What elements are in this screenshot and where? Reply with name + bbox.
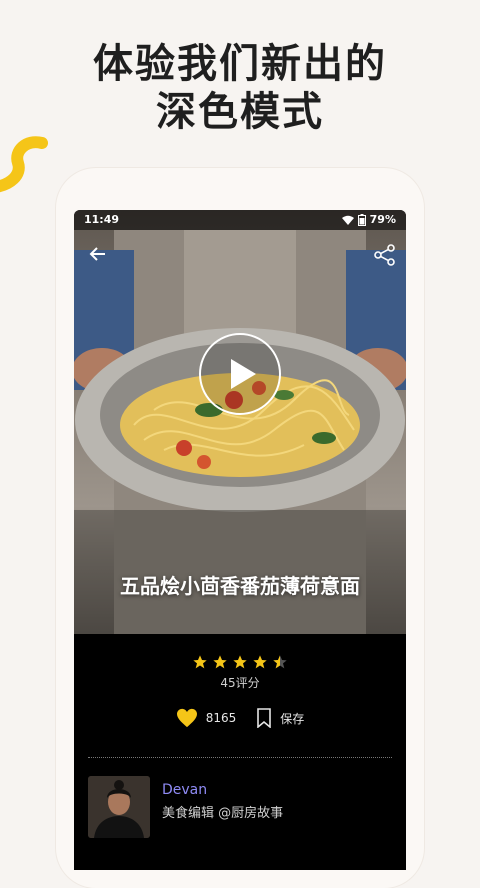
author-role: 美食编辑 @厨房故事 bbox=[162, 806, 284, 821]
share-icon[interactable] bbox=[374, 244, 396, 266]
rating-count: 45评分 bbox=[220, 676, 260, 690]
author-name: Devan bbox=[162, 782, 208, 798]
star-icon bbox=[213, 655, 227, 669]
like-count: 8165 bbox=[205, 711, 237, 725]
section-divider bbox=[88, 757, 392, 758]
decorative-squiggle bbox=[0, 136, 48, 193]
headline-line-2: 深色模式 bbox=[156, 89, 324, 135]
author-avatar bbox=[88, 776, 150, 838]
rating-section: 45评分 bbox=[74, 654, 406, 691]
headline-line-1: 体验我们新出的 bbox=[93, 41, 387, 87]
star-rating bbox=[74, 654, 406, 670]
wifi-icon bbox=[341, 215, 354, 225]
star-icon bbox=[253, 655, 267, 669]
like-button[interactable]: 8165 bbox=[176, 708, 237, 728]
status-time: 11:49 bbox=[84, 213, 120, 226]
author-card[interactable]: Devan 美食编辑 @厨房故事 bbox=[88, 776, 283, 838]
heart-icon bbox=[176, 708, 197, 728]
app-screen: 11:49 79% 五品烩小茴香番茄薄荷意面 45评分 8165 保存 Deva… bbox=[74, 210, 406, 870]
battery-icon bbox=[357, 213, 366, 226]
play-video-button[interactable] bbox=[198, 332, 282, 416]
save-button[interactable]: 保存 bbox=[256, 708, 304, 728]
save-label: 保存 bbox=[280, 711, 305, 726]
author-photo bbox=[88, 776, 150, 838]
promo-headline: 体验我们新出的 深色模式 bbox=[0, 40, 480, 136]
back-arrow-icon[interactable] bbox=[88, 244, 108, 264]
recipe-hero-image: 11:49 79% 五品烩小茴香番茄薄荷意面 bbox=[74, 210, 406, 634]
recipe-title: 五品烩小茴香番茄薄荷意面 bbox=[120, 574, 360, 598]
battery-level: 79% bbox=[369, 213, 396, 226]
recipe-actions: 8165 保存 bbox=[74, 708, 406, 728]
status-bar: 11:49 79% bbox=[74, 210, 406, 230]
bookmark-icon bbox=[257, 708, 272, 728]
star-icon bbox=[193, 655, 207, 669]
half-star-icon bbox=[273, 655, 287, 669]
star-icon bbox=[233, 655, 247, 669]
